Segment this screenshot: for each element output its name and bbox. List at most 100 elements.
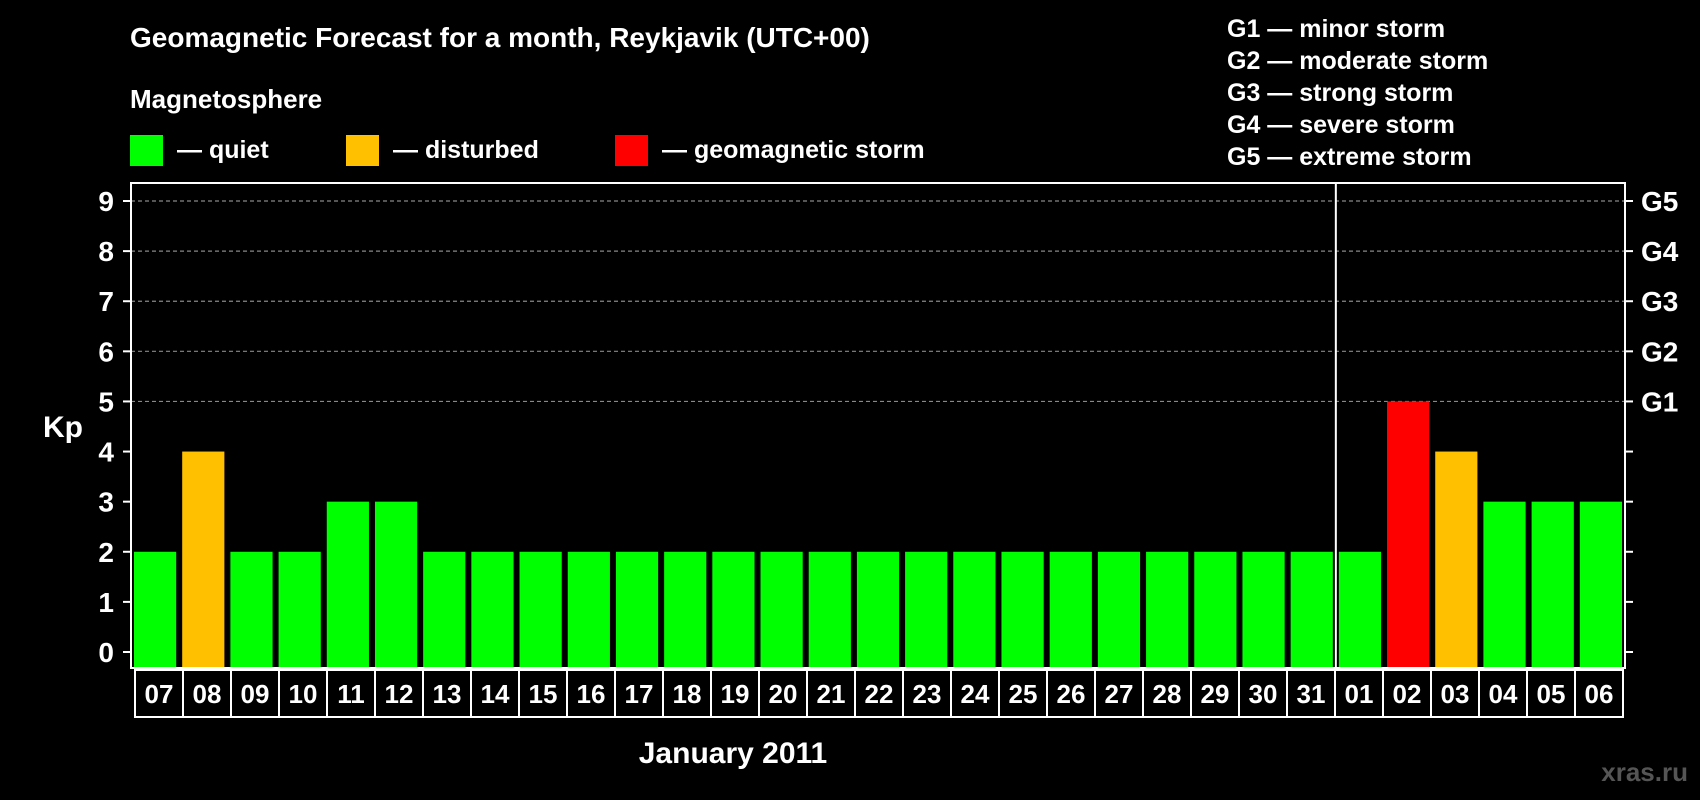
bar <box>1194 551 1237 668</box>
x-tick-label: 26 <box>1057 679 1086 709</box>
x-tick-label: 05 <box>1537 679 1566 709</box>
storm-scale-item: G4 — severe storm <box>1227 111 1455 139</box>
y-axis-label: Kp <box>43 411 83 444</box>
legend-swatch <box>615 135 648 166</box>
x-tick-label: 04 <box>1489 679 1518 709</box>
bar <box>856 551 900 668</box>
bar <box>519 551 562 668</box>
y-tick-label: 3 <box>98 487 114 518</box>
legend: — quiet — disturbed — geomagnetic storm <box>130 135 925 166</box>
x-tick-label: 18 <box>673 679 702 709</box>
g-level-label: G1 <box>1641 386 1678 417</box>
bar <box>1435 451 1478 668</box>
legend-label: — disturbed <box>393 136 539 164</box>
grid <box>131 200 1625 403</box>
watermark: xras.ru <box>1601 757 1688 787</box>
x-tick-label: 12 <box>385 679 414 709</box>
bar <box>567 551 610 668</box>
storm-scale-item: G3 — strong storm <box>1227 79 1453 107</box>
bar <box>230 551 273 668</box>
bar <box>1001 551 1044 668</box>
bar <box>134 551 177 668</box>
g-level-label: G2 <box>1641 336 1678 367</box>
bar <box>374 501 418 668</box>
x-tick-label: 02 <box>1393 679 1422 709</box>
y-tick-label: 4 <box>98 437 114 468</box>
y-tick-label: 5 <box>98 386 114 417</box>
bars <box>134 401 1622 668</box>
bar <box>1483 501 1526 668</box>
x-tick-label: 17 <box>625 679 654 709</box>
bar <box>905 551 948 668</box>
storm-scale-item: G5 — extreme storm <box>1227 143 1472 171</box>
bar <box>808 551 851 668</box>
x-tick-label: 19 <box>721 679 750 709</box>
y-tick-label: 2 <box>98 537 114 568</box>
y-tick-label: 8 <box>98 236 114 267</box>
x-tick-label: 13 <box>433 679 462 709</box>
x-tick-label: 15 <box>529 679 558 709</box>
x-tick-label: 08 <box>193 679 222 709</box>
x-tick-label: 23 <box>913 679 942 709</box>
x-tick-label: 01 <box>1345 679 1374 709</box>
x-tick-label: 14 <box>481 679 510 709</box>
x-tick-label: 11 <box>337 679 365 709</box>
geomagnetic-chart: Geomagnetic Forecast for a month, Reykja… <box>43 15 1688 787</box>
legend-label: — geomagnetic storm <box>662 136 925 164</box>
x-tick-label: 07 <box>145 679 174 709</box>
x-tick-label: 16 <box>577 679 606 709</box>
bar <box>1146 551 1189 668</box>
y-tick-label: 1 <box>98 587 114 618</box>
bar <box>1338 551 1382 668</box>
bar <box>664 551 707 668</box>
x-tick-label: 27 <box>1105 679 1134 709</box>
chart-title: Geomagnetic Forecast for a month, Reykja… <box>130 22 870 53</box>
legend-label: — quiet <box>177 136 269 164</box>
x-tick-label: 20 <box>769 679 798 709</box>
x-tick-label: 31 <box>1297 679 1326 709</box>
bar <box>1387 401 1430 668</box>
x-tick-label: 29 <box>1201 679 1230 709</box>
storm-scale-list: G1 — minor storm G2 — moderate storm G3 — … <box>1227 15 1488 171</box>
g-level-label: G3 <box>1641 286 1678 317</box>
bar <box>423 551 466 668</box>
x-tick-label: 10 <box>289 679 318 709</box>
bar <box>1531 501 1574 668</box>
x-tick-label: 06 <box>1585 679 1614 709</box>
y-tick-label: 7 <box>98 286 114 317</box>
bar <box>471 551 514 668</box>
y-tick-label: 6 <box>98 336 114 367</box>
x-tick-label: 21 <box>817 679 846 709</box>
bar <box>182 451 225 668</box>
x-axis-labels: 07 08 09 10 11 12 13 14 15 16 17 18 19 20 21 22 23 24 25 26… <box>134 669 1624 718</box>
bar <box>1049 551 1092 668</box>
storm-scale-item: G2 — moderate storm <box>1227 47 1488 75</box>
x-tick-label: 28 <box>1153 679 1182 709</box>
x-tick-label: 30 <box>1249 679 1278 709</box>
g-level-label: G5 <box>1641 186 1678 217</box>
x-tick-label: 09 <box>241 679 270 709</box>
g-level-label: G4 <box>1641 236 1679 267</box>
legend-swatch <box>346 135 379 166</box>
bar <box>712 551 755 668</box>
bar <box>326 501 369 668</box>
y-tick-label: 9 <box>98 186 114 217</box>
bar <box>1242 551 1285 668</box>
bar <box>1097 551 1141 668</box>
x-tick-label: 03 <box>1441 679 1470 709</box>
bar <box>953 551 996 668</box>
bar <box>1290 551 1333 668</box>
g-scale-axis: G1 G2 G3 G4 G5 <box>1625 186 1679 653</box>
y-axis: 0 1 2 3 4 5 6 7 8 9 <box>98 186 131 668</box>
x-tick-label: 22 <box>865 679 894 709</box>
bar <box>1579 501 1622 668</box>
bar <box>615 551 659 668</box>
y-tick-label: 0 <box>98 637 114 668</box>
bar <box>760 551 803 668</box>
x-axis-label: January 2011 <box>639 737 827 770</box>
x-tick-label: 25 <box>1009 679 1038 709</box>
x-tick-label: 24 <box>961 679 990 709</box>
legend-title: Magnetosphere <box>130 84 322 114</box>
legend-swatch <box>130 135 163 166</box>
storm-scale-item: G1 — minor storm <box>1227 15 1445 43</box>
